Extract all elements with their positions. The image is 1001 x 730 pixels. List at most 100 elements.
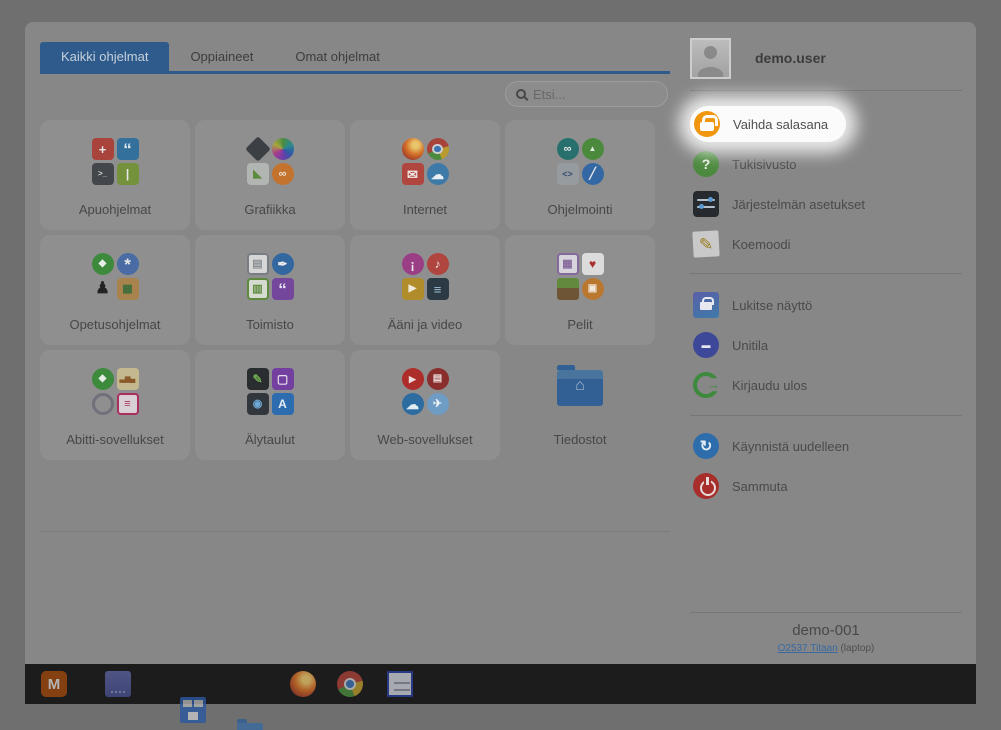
category-tile-opetusohjelmat[interactable]: ◆*♟▦ Opetusohjelmat bbox=[40, 235, 190, 345]
logout-item[interactable]: Kirjaudu ulos bbox=[690, 365, 962, 405]
firefox-icon bbox=[402, 138, 424, 160]
tile-icon-cluster: +“>_| bbox=[40, 120, 190, 185]
card-game-icon: ♥ bbox=[582, 253, 604, 275]
device-link[interactable]: O2537 Titaan bbox=[778, 643, 838, 654]
taskbar: M bbox=[25, 664, 976, 704]
category-tile-web-sovellukset[interactable]: ▶▤☁✈ Web-sovellukset bbox=[350, 350, 500, 460]
category-tile-grafiikka[interactable]: ◣∞Grafiikka bbox=[195, 120, 345, 230]
category-label: Web-sovellukset bbox=[350, 432, 500, 447]
files-folder-icon bbox=[557, 370, 603, 406]
menu-item-label: Käynnistä uudelleen bbox=[732, 439, 849, 454]
tile-icon-cluster: ✉☁ bbox=[350, 120, 500, 185]
pen-nib-icon: ✒ bbox=[272, 253, 294, 275]
sidebar-divider bbox=[690, 90, 962, 91]
workspaces-button[interactable] bbox=[180, 697, 206, 723]
chrome-button[interactable] bbox=[337, 671, 363, 697]
sleep-icon: ▬ bbox=[693, 332, 719, 358]
category-tile-toimisto[interactable]: ▤✒▥“Toimisto bbox=[195, 235, 345, 345]
browser-compass-icon: ✈ bbox=[427, 393, 449, 415]
support-site-item[interactable]: ? Tukisivusto bbox=[690, 144, 962, 184]
user-menu-section-3: ↻ Käynnistä uudelleen Sammuta bbox=[690, 426, 962, 506]
category-label: Tiedostot bbox=[505, 432, 655, 447]
ring-icon bbox=[92, 393, 114, 415]
tab-bar: Kaikki ohjelmatOppiaineetOmat ohjelmat bbox=[40, 42, 401, 71]
search-input[interactable] bbox=[533, 87, 657, 102]
tile-icon-cluster: ◆*♟▦ bbox=[40, 235, 190, 300]
abitti-cap-icon: ◆ bbox=[92, 368, 114, 390]
category-tile-tiedostot[interactable]: Tiedostot bbox=[505, 350, 655, 460]
category-tile-internet[interactable]: ✉☁ Internet bbox=[350, 120, 500, 230]
microphone-icon: ¡ bbox=[402, 253, 424, 275]
menu-item-label: Sammuta bbox=[732, 479, 788, 494]
terminal-icon: >_ bbox=[92, 163, 114, 185]
blackboard-pencil-icon: ✎ bbox=[247, 368, 269, 390]
tux-penguin-icon: ♟ bbox=[92, 278, 114, 300]
tab-oppiaineet[interactable]: Oppiaineet bbox=[169, 42, 274, 71]
text-editor-button[interactable] bbox=[387, 671, 413, 697]
sidebar-divider bbox=[690, 612, 962, 613]
android-studio-icon: ▲ bbox=[582, 138, 604, 160]
email-icon: ✉ bbox=[402, 163, 424, 185]
category-label: Ääni ja video bbox=[350, 317, 500, 332]
character-map-icon: | bbox=[117, 163, 139, 185]
lock-screen-item[interactable]: Lukitse näyttö bbox=[690, 285, 962, 325]
tab-kaikki-ohjelmat[interactable]: Kaikki ohjelmat bbox=[40, 42, 169, 71]
restart-icon: ↻ bbox=[693, 433, 719, 459]
minecraft-icon bbox=[557, 278, 579, 300]
system-settings-item[interactable]: Järjestelmän asetukset bbox=[690, 184, 962, 224]
restart-item[interactable]: ↻ Käynnistä uudelleen bbox=[690, 426, 962, 466]
search-box[interactable] bbox=[505, 81, 668, 107]
password-lock-icon bbox=[694, 111, 720, 137]
help-icon: ? bbox=[693, 151, 719, 177]
exam-mode-item[interactable]: ✎Koemoodi bbox=[690, 224, 962, 264]
show-desktop-button[interactable] bbox=[105, 671, 131, 697]
power-icon bbox=[693, 473, 719, 499]
writer-doc-icon: ▤ bbox=[247, 253, 269, 275]
tile-icon-cluster: ▶▤☁✈ bbox=[350, 350, 500, 415]
arduino-icon: ∞ bbox=[557, 138, 579, 160]
sidebar-divider bbox=[690, 273, 962, 274]
category-label: Opetusohjelmat bbox=[40, 317, 190, 332]
app-menu-button[interactable]: M bbox=[41, 671, 67, 697]
category-tile-aani-ja-video[interactable]: ¡♪▶≡ Ääni ja video bbox=[350, 235, 500, 345]
menu-item-label: Tukisivusto bbox=[732, 157, 797, 172]
tab-underline bbox=[40, 71, 670, 74]
impress-doc-icon: ≡ bbox=[117, 393, 139, 415]
user-sidebar: demo.user Vaihda salasana?TukisivustoJär… bbox=[690, 22, 962, 664]
tile-icon-cluster: ∞▲<>╱ bbox=[505, 120, 655, 185]
tile-icon-cluster: ▦♥▣ bbox=[505, 235, 655, 300]
logout-icon bbox=[693, 372, 719, 398]
tab-omat-ohjelmat[interactable]: Omat ohjelmat bbox=[274, 42, 401, 71]
sleep-item[interactable]: ▬Unitila bbox=[690, 325, 962, 365]
category-tile-apuohjelmat[interactable]: +“>_|Apuohjelmat bbox=[40, 120, 190, 230]
chrome-icon bbox=[427, 138, 449, 160]
menu-item-label: Vaihda salasana bbox=[733, 117, 828, 132]
shutdown-item[interactable]: Sammuta bbox=[690, 466, 962, 506]
avatar[interactable] bbox=[690, 38, 731, 79]
youtube-icon: ▶ bbox=[402, 368, 424, 390]
exam-pencil-icon: ✎ bbox=[692, 230, 719, 257]
change-password-item[interactable]: Vaihda salasana bbox=[690, 106, 846, 142]
category-tile-pelit[interactable]: ▦♥▣Pelit bbox=[505, 235, 655, 345]
image-viewer-icon: ◣ bbox=[247, 163, 269, 185]
music-note-icon: ♪ bbox=[427, 253, 449, 275]
tile-icon-cluster: ¡♪▶≡ bbox=[350, 235, 500, 300]
category-tile-alytaulut[interactable]: ✎▢◉AÄlytaulut bbox=[195, 350, 345, 460]
device-suffix: (laptop) bbox=[840, 643, 874, 654]
category-tile-abitti-sovellukset[interactable]: ◆▃▆▄≡Abitti-sovellukset bbox=[40, 350, 190, 460]
inkscape-icon bbox=[245, 136, 271, 162]
category-label: Älytaulut bbox=[195, 432, 345, 447]
category-tile-ohjelmointi[interactable]: ∞▲<>╱Ohjelmointi bbox=[505, 120, 655, 230]
user-menu-section-1: Vaihda salasana? Tukisivusto Järjestelmän … bbox=[690, 104, 962, 264]
crop-tool-icon: ▢ bbox=[272, 368, 294, 390]
gamepad-icon: ▣ bbox=[582, 278, 604, 300]
file-manager-button[interactable] bbox=[237, 723, 263, 730]
firefox-button[interactable] bbox=[290, 671, 316, 697]
category-label: Internet bbox=[350, 202, 500, 217]
category-label: Pelit bbox=[505, 317, 655, 332]
display-record-icon: ◉ bbox=[247, 393, 269, 415]
device-line: O2537 Titaan (laptop) bbox=[690, 643, 962, 654]
web-cloud-icon: ☁ bbox=[402, 393, 424, 415]
app-category-grid: +“>_|Apuohjelmat◣∞Grafiikka✉☁Internet∞▲<… bbox=[40, 120, 655, 460]
video-editor-icon: ≡ bbox=[427, 278, 449, 300]
